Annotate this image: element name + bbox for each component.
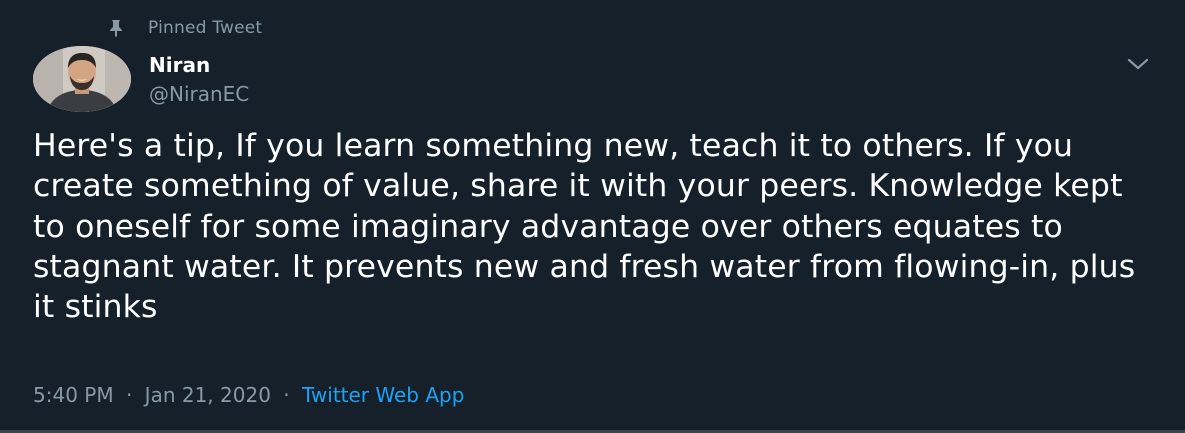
tweet-date[interactable]: Jan 21, 2020 [145,383,271,407]
meta-separator: · [283,383,290,407]
tweet-source-link[interactable]: Twitter Web App [302,383,464,407]
author-name[interactable]: Niran [149,53,210,77]
author-handle[interactable]: @NiranEC [149,82,249,106]
avatar[interactable] [33,46,131,112]
pin-icon [106,18,126,38]
tweet-time[interactable]: 5:40 PM [33,383,114,407]
meta-separator: · [125,383,133,407]
chevron-down-icon[interactable] [1124,53,1152,75]
tweet-meta: 5:40 PM · Jan 21, 2020 · Twitter Web App [33,383,464,407]
tweet-card[interactable]: Pinned Tweet Niran @NiranEC Here's a tip… [0,0,1185,433]
pinned-label: Pinned Tweet [148,18,263,38]
pinned-indicator: Pinned Tweet [106,15,262,41]
tweet-text: Here's a tip, If you learn something new… [33,128,1136,326]
